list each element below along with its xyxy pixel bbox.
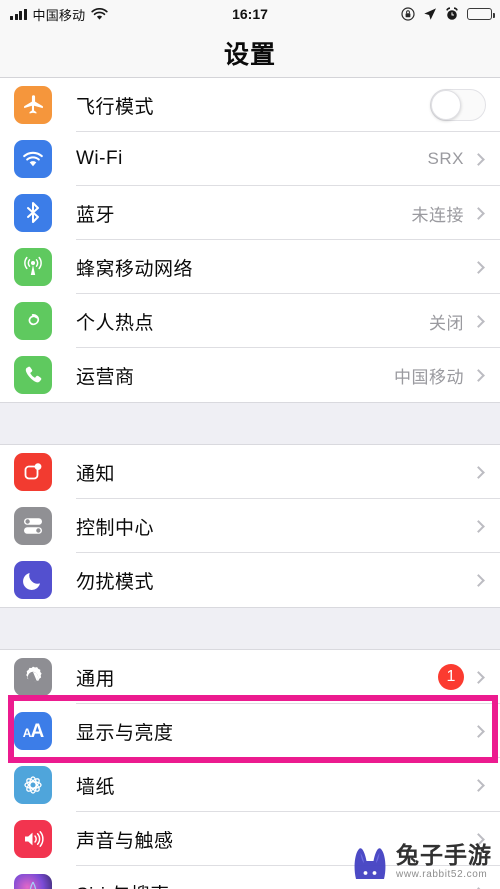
row-label: 个人热点 [76,312,155,334]
row-label: 勿扰模式 [76,571,155,593]
speaker-icon [14,820,52,858]
notification-icon [14,453,52,491]
row-accessory[interactable] [472,573,500,587]
battery-icon [467,8,495,20]
cellular-icon [14,248,52,286]
airplane-icon [14,86,52,124]
location-arrow-icon [423,7,437,21]
phone-icon [14,356,52,394]
settings-row-general[interactable]: 通用 1 [0,650,500,704]
chevron-right-icon [472,368,485,382]
rabbit-logo-icon [350,843,390,881]
row-label: 通用 [76,668,116,690]
chevron-right-icon [472,206,485,220]
airplane-mode-toggle[interactable] [430,89,486,121]
row-label: Wi-Fi [76,148,123,169]
siri-icon [14,874,52,889]
nav-bar: 设置 [0,28,500,78]
settings-row-cellular[interactable]: 蜂窝移动网络 [0,240,500,294]
group-separator [0,402,500,445]
watermark: 兔子手游 www.rabbit52.com [350,843,492,881]
row-label: 飞行模式 [76,96,155,118]
row-accessory[interactable]: 未连接 [412,201,500,226]
row-label: 通知 [76,463,116,485]
row-accessory[interactable] [430,89,500,121]
watermark-url: www.rabbit52.com [396,869,488,880]
chevron-right-icon [472,519,485,533]
page-title: 设置 [223,40,276,69]
settings-row-wifi[interactable]: Wi-Fi SRX [0,132,500,186]
settings-row-airplane-mode[interactable]: 飞行模式 [0,78,500,132]
row-detail: SRX [427,149,464,168]
row-accessory[interactable]: 关闭 [429,309,500,334]
settings-group-notifications: 通知 控制中心 勿扰模式 [0,445,500,607]
hotspot-icon [14,302,52,340]
row-label: 墙纸 [76,776,116,798]
alarm-clock-icon [445,7,459,21]
settings-row-carrier[interactable]: 运营商 中国移动 [0,348,500,402]
bluetooth-icon [14,194,52,232]
settings-row-do-not-disturb[interactable]: 勿扰模式 [0,553,500,607]
chevron-right-icon [472,778,485,792]
settings-row-bluetooth[interactable]: 蓝牙 未连接 [0,186,500,240]
row-label: 蓝牙 [76,204,116,226]
chevron-right-icon [472,724,485,738]
row-accessory[interactable] [472,519,500,533]
row-accessory[interactable] [472,724,500,738]
status-bar-right [401,0,495,28]
settings-group-connectivity: 飞行模式 Wi-Fi SRX 蓝牙 未连接 蜂窝移动网络 个人热点 关闭 运营商… [0,78,500,402]
row-detail: 未连接 [411,205,464,225]
gear-icon [14,658,52,696]
wifi-icon [14,140,52,178]
row-accessory[interactable] [472,465,500,479]
status-bar: 中国移动 16:17 [0,0,500,28]
settings-row-notifications[interactable]: 通知 [0,445,500,499]
row-detail: 中国移动 [394,367,464,387]
settings-list[interactable]: 飞行模式 Wi-Fi SRX 蓝牙 未连接 蜂窝移动网络 个人热点 关闭 运营商… [0,78,500,889]
watermark-text: 兔子手游 www.rabbit52.com [396,844,492,880]
row-accessory[interactable]: SRX [428,149,500,169]
control-center-icon [14,507,52,545]
wallpaper-icon [14,766,52,804]
row-accessory[interactable]: 1 [438,664,500,690]
row-label: 显示与亮度 [76,722,174,744]
group-separator [0,607,500,650]
chevron-right-icon [472,260,485,274]
aa-glyph: AA [22,720,44,742]
row-detail: 关闭 [429,313,464,333]
chevron-right-icon [472,314,485,328]
chevron-right-icon [472,670,485,684]
row-label: 蜂窝移动网络 [76,258,194,280]
chevron-right-icon [472,465,485,479]
display-brightness-icon: AA [14,712,52,750]
moon-icon [14,561,52,599]
settings-row-control-center[interactable]: 控制中心 [0,499,500,553]
row-label: 控制中心 [76,517,155,539]
rotation-lock-icon [401,7,415,21]
settings-row-wallpaper[interactable]: 墙纸 [0,758,500,812]
settings-row-personal-hotspot[interactable]: 个人热点 关闭 [0,294,500,348]
row-accessory[interactable] [464,260,500,274]
row-label: 运营商 [76,366,135,388]
row-accessory[interactable]: 中国移动 [394,363,500,388]
chevron-right-icon [472,573,485,587]
row-accessory[interactable] [472,778,500,792]
chevron-right-icon [472,152,485,166]
settings-row-display-brightness[interactable]: AA 显示与亮度 [0,704,500,758]
watermark-title: 兔子手游 [396,842,492,868]
status-badge: 1 [438,664,464,690]
